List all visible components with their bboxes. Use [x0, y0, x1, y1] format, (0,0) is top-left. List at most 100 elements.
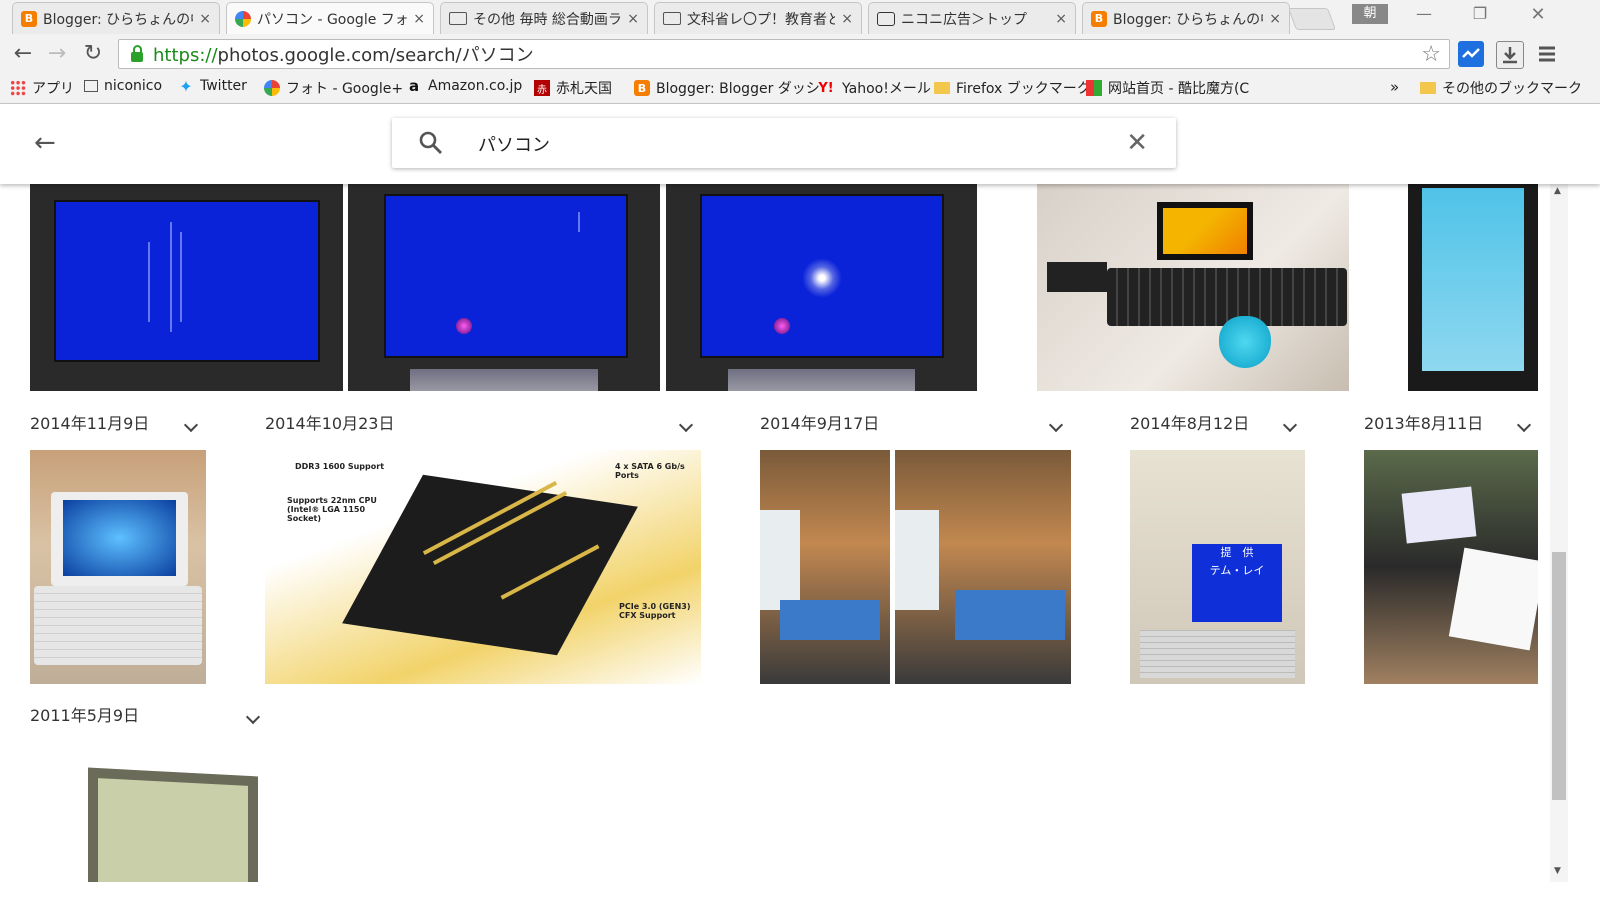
bookmark-other-folder[interactable]: その他のブックマーク — [1420, 78, 1582, 98]
chevron-down-icon[interactable] — [183, 417, 199, 433]
photo-thumbnail[interactable] — [895, 450, 1071, 684]
tab-title: その他 毎時 総合動画ラ — [473, 11, 622, 28]
bookmark-apps[interactable]: アプリ — [10, 78, 74, 98]
bookmark-niconico[interactable]: niconico — [84, 78, 162, 94]
bookmark-star-icon[interactable]: ☆ — [1421, 42, 1441, 67]
menu-icon[interactable] — [1534, 41, 1560, 67]
back-button[interactable]: ← — [8, 40, 38, 68]
amazon-icon: a — [408, 77, 420, 95]
apps-grid-icon — [10, 80, 26, 96]
download-icon[interactable] — [1496, 41, 1524, 69]
reload-button[interactable]: ↻ — [78, 40, 108, 68]
photos-search-header: ← ✕ — [0, 104, 1600, 184]
date-header: 2011年5月9日 — [30, 706, 140, 725]
search-input[interactable] — [476, 128, 1080, 160]
twitter-bird-icon: ✦ — [179, 76, 193, 96]
bookmark-google-photos[interactable]: フォト - Google+ — [264, 78, 403, 98]
photo-thumbnail[interactable] — [666, 182, 977, 391]
close-tab-icon[interactable]: × — [413, 11, 425, 27]
bookmark-firefox-folder[interactable]: Firefox ブックマーク — [934, 78, 1091, 98]
photo-thumbnail[interactable] — [1408, 182, 1538, 391]
close-window-button[interactable]: ✕ — [1518, 4, 1558, 26]
close-tab-icon[interactable]: × — [841, 11, 853, 27]
photo-thumbnail[interactable] — [1364, 450, 1538, 684]
tab-nicoad[interactable]: ニコニ広告＞トップ × — [868, 2, 1076, 34]
search-box: ✕ — [392, 118, 1176, 168]
tab-title: Blogger: ひらちょんの中ェ — [1113, 11, 1263, 28]
photo-thumbnail[interactable] — [760, 450, 890, 684]
folder-icon — [934, 82, 950, 94]
photo-screen-text: 提 供テム・レイ — [1192, 544, 1282, 622]
blogger-icon: B — [634, 80, 650, 96]
address-bar[interactable]: https://photos.google.com/search/パソコン ☆ — [118, 39, 1450, 69]
bookmark-yahoo-mail[interactable]: Y! Yahoo!メール — [816, 78, 931, 98]
vertical-scrollbar[interactable]: ▲ ▼ — [1550, 182, 1568, 882]
new-tab-button[interactable] — [1287, 8, 1337, 30]
back-arrow-icon[interactable]: ← — [34, 128, 56, 158]
tab-google-photos[interactable]: パソコン - Google フォト × — [226, 2, 434, 34]
folder-icon — [1420, 82, 1436, 94]
photo-thumbnail[interactable] — [30, 182, 343, 391]
bookmarks-overflow-button[interactable]: » — [1390, 78, 1399, 96]
close-tab-icon[interactable]: × — [1269, 11, 1281, 27]
bookmark-cube-site[interactable]: 网站首页 - 酷比魔方(C — [1086, 78, 1249, 98]
tab-blogger-1[interactable]: B Blogger: ひらちょんの中ェ × — [12, 2, 220, 34]
bookmark-akafuda[interactable]: 赤赤札天国 — [534, 78, 612, 98]
browser-toolbar: ← → ↻ https://photos.google.com/search/パ… — [0, 36, 1600, 72]
date-header: 2014年8月12日 — [1130, 414, 1250, 433]
blogger-icon: B — [1091, 10, 1107, 27]
photo-thumbnail[interactable]: 提 供テム・レイ — [1130, 450, 1305, 684]
photo-caption: DDR3 1600 Support — [295, 462, 385, 471]
close-tab-icon[interactable]: × — [199, 11, 211, 27]
photo-thumbnail[interactable] — [1037, 182, 1349, 391]
blogger-icon: B — [21, 10, 37, 27]
tab-niconico-ranking[interactable]: その他 毎時 総合動画ラ × — [440, 2, 648, 34]
tab-title: ニコニ広告＞トップ — [901, 11, 1027, 28]
bookmark-twitter[interactable]: ✦ Twitter — [178, 76, 247, 96]
minimize-button[interactable]: — — [1404, 4, 1444, 26]
date-header: 2013年8月11日 — [1364, 414, 1484, 433]
scroll-down-icon[interactable]: ▼ — [1554, 866, 1561, 876]
search-icon[interactable] — [418, 130, 444, 160]
tab-title: 文科省レ〇プ！教育者と — [687, 11, 836, 28]
yahoo-icon: Y! — [818, 80, 834, 96]
ime-indicator: 朝 — [1352, 4, 1388, 24]
bookmark-amazon[interactable]: a Amazon.co.jp — [406, 77, 522, 95]
google-photos-icon — [264, 80, 280, 96]
chevron-down-icon[interactable] — [1516, 417, 1532, 433]
restore-button[interactable]: ❐ — [1460, 4, 1500, 26]
niconico-icon — [663, 12, 681, 25]
chevron-down-icon[interactable] — [678, 417, 694, 433]
akafuda-icon: 赤 — [534, 80, 550, 96]
close-tab-icon[interactable]: × — [627, 11, 639, 27]
photo-thumbnail[interactable] — [30, 750, 268, 900]
bookmark-blogger[interactable]: B Blogger: Blogger ダッシ — [634, 78, 820, 98]
tab-niconico-video[interactable]: 文科省レ〇プ！教育者と × — [654, 2, 862, 34]
lock-icon — [131, 45, 143, 62]
tab-title: Blogger: ひらちょんの中ェ — [43, 11, 193, 28]
bookmarks-bar: アプリ niconico ✦ Twitter フォト - Google+ a Ama… — [0, 72, 1600, 104]
photo-caption: 4 x SATA 6 Gb/s Ports — [615, 462, 685, 480]
forward-button[interactable]: → — [42, 40, 72, 68]
tab-blogger-2[interactable]: B Blogger: ひらちょんの中ェ × — [1082, 2, 1290, 34]
chevron-down-icon[interactable] — [1048, 417, 1064, 433]
photo-caption: Supports 22nm CPU (Intel® LGA 1150 Socke… — [287, 496, 377, 523]
scroll-up-icon[interactable]: ▲ — [1554, 186, 1561, 196]
photo-thumbnail[interactable]: DDR3 1600 Support Supports 22nm CPU (Int… — [265, 450, 701, 684]
extension-icon[interactable] — [1458, 41, 1484, 67]
photo-thumbnail[interactable] — [30, 450, 206, 684]
niconico-icon — [449, 12, 467, 25]
close-tab-icon[interactable]: × — [1055, 11, 1067, 27]
scrollbar-thumb[interactable] — [1552, 552, 1566, 800]
chevron-down-icon[interactable] — [1282, 417, 1298, 433]
site-icon — [1086, 80, 1102, 96]
chevron-down-icon[interactable] — [245, 709, 261, 725]
google-photos-icon — [235, 10, 251, 27]
clear-search-icon[interactable]: ✕ — [1126, 128, 1148, 158]
nicoad-icon — [877, 11, 895, 26]
date-header: 2014年10月23日 — [265, 414, 395, 433]
search-results: 2014年11月9日 2014年10月23日 2014年9月17日 2014年8… — [0, 182, 1550, 900]
date-header: 2014年9月17日 — [760, 414, 880, 433]
photo-thumbnail[interactable] — [348, 182, 660, 391]
url-text: https://photos.google.com/search/パソコン — [153, 45, 534, 66]
